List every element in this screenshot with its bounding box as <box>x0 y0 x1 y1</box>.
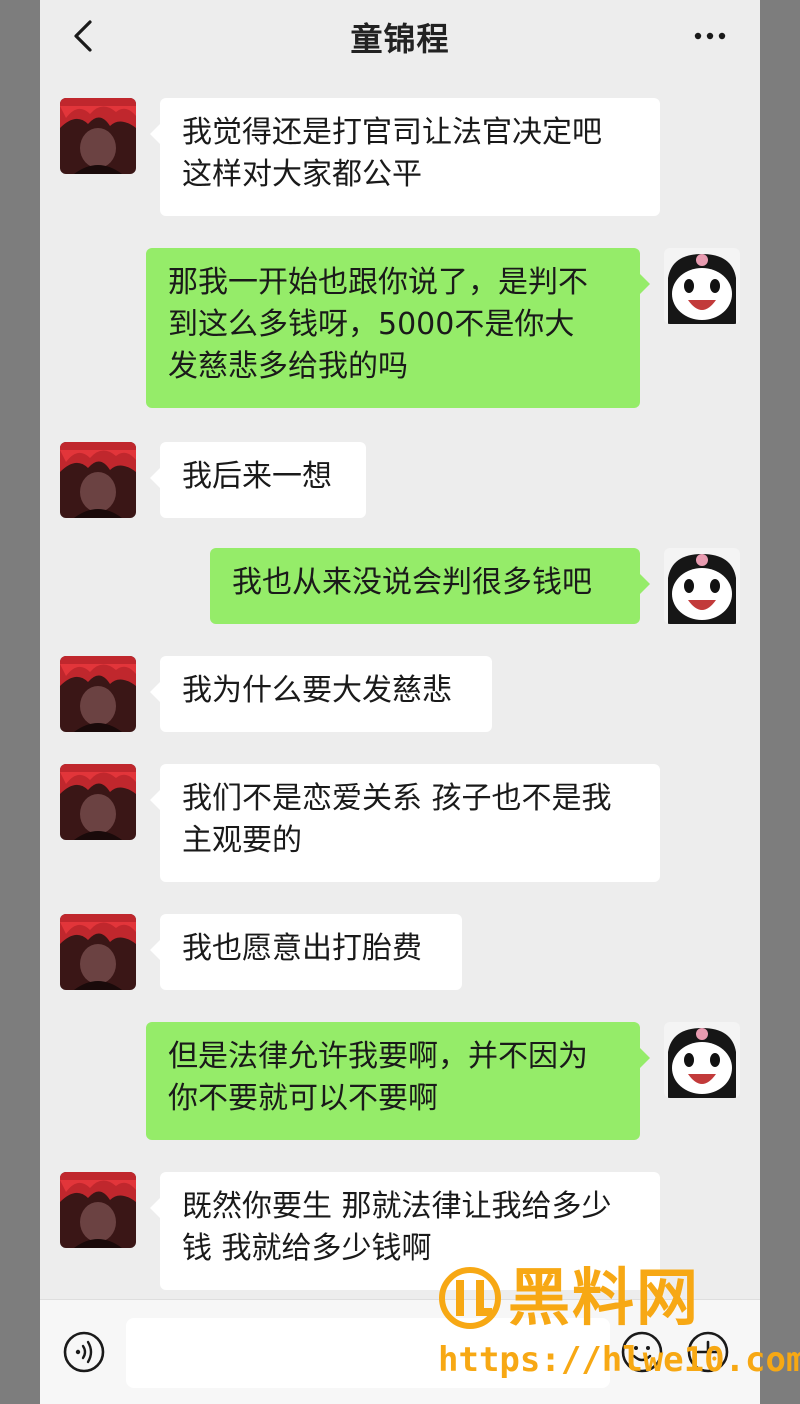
message-bubble[interactable]: 我为什么要大发慈悲 <box>150 656 492 732</box>
my-avatar[interactable] <box>664 248 740 324</box>
watermark-logo-icon <box>439 1267 501 1329</box>
my-avatar[interactable] <box>664 1022 740 1098</box>
chat-header: 童锦程 <box>40 0 760 76</box>
voice-input-icon[interactable] <box>62 1330 106 1374</box>
message-bubble[interactable]: 但是法律允许我要啊，并不因为 你不要就可以不要啊 <box>146 1022 650 1140</box>
chat-title: 童锦程 <box>350 20 450 58</box>
message-bubble[interactable]: 我觉得还是打官司让法官决定吧 这样对大家都公平 <box>150 98 660 216</box>
my-avatar[interactable] <box>664 548 740 624</box>
message-bubble[interactable]: 我也从来没说会判很多钱吧 <box>210 548 650 624</box>
watermark-url: https://hlwe10.com <box>438 1340 800 1380</box>
watermark-name: 黑料网 <box>508 1261 701 1334</box>
watermark: 黑料网 https://hlwe10.com <box>438 1261 800 1384</box>
contact-avatar[interactable] <box>60 442 136 518</box>
message-bubble[interactable]: 我们不是恋爱关系 孩子也不是我 主观要的 <box>150 764 660 882</box>
contact-avatar[interactable] <box>60 656 136 732</box>
more-options-icon[interactable] <box>690 22 730 50</box>
message-bubble[interactable]: 我后来一想 <box>150 442 366 518</box>
contact-avatar[interactable] <box>60 98 136 174</box>
contact-avatar[interactable] <box>60 764 136 840</box>
contact-avatar[interactable] <box>60 914 136 990</box>
message-bubble[interactable]: 我也愿意出打胎费 <box>150 914 462 990</box>
chat-screen: 童锦程 我觉得还是打官司让法官决定吧 这样对大家都公平 那我一开始也跟你说了，是… <box>40 0 760 1404</box>
message-bubble[interactable]: 那我一开始也跟你说了，是判不 到这么多钱呀，5000不是你大 发慈悲多给我的吗 <box>146 248 650 408</box>
contact-avatar[interactable] <box>60 1172 136 1248</box>
